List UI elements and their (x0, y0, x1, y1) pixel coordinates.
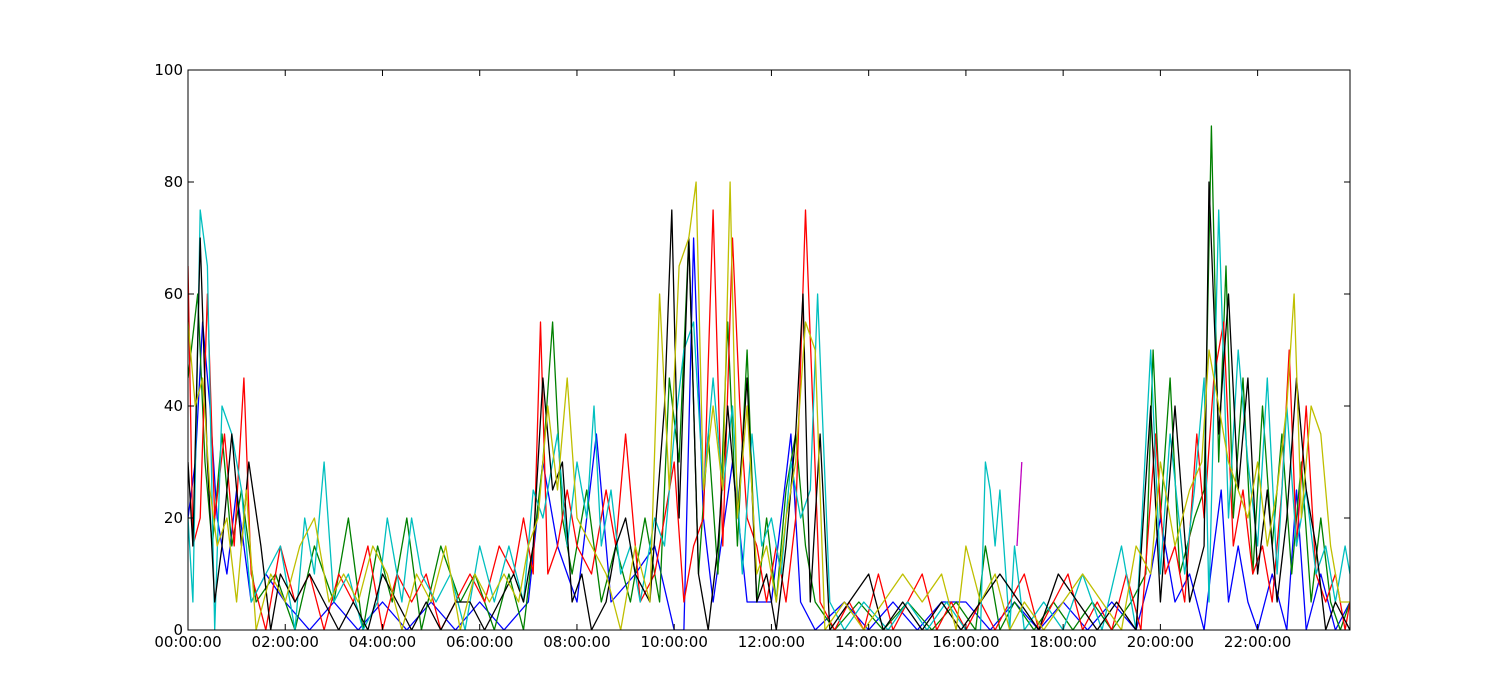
x-tick-label: 10:00:00 (641, 633, 708, 651)
y-tick-label: 0 (173, 621, 183, 639)
x-tick-label: 00:00:00 (154, 633, 221, 651)
series-line-5 (188, 181, 1350, 630)
series-line-1 (188, 125, 1350, 630)
y-tick-label: 40 (164, 397, 183, 415)
plot-frame (187, 69, 1351, 631)
x-tick-label: 20:00:00 (1127, 633, 1194, 651)
x-tick-label: 08:00:00 (543, 633, 610, 651)
axis-layer: 00:00:00 02:00:00 04:00:00 06:00:00 08:00:00… (154, 61, 1350, 651)
x-tick-label: 14:00:00 (835, 633, 902, 651)
x-tick-label: 16:00:00 (932, 633, 999, 651)
series-line-0 (188, 237, 1350, 630)
x-tick-label: 12:00:00 (738, 633, 805, 651)
y-tick-label: 80 (164, 173, 183, 191)
x-tick-label: 18:00:00 (1029, 633, 1096, 651)
series-layer (188, 125, 1350, 630)
y-tick-label: 60 (164, 285, 183, 303)
y-tick-label: 20 (164, 509, 183, 527)
series-line-6 (1016, 461, 1023, 547)
x-tick-label: 06:00:00 (446, 633, 513, 651)
x-tick-label: 04:00:00 (349, 633, 416, 651)
y-tick-label: 100 (154, 61, 183, 79)
x-tick-label: 02:00:00 (252, 633, 319, 651)
x-tick-label: 22:00:00 (1224, 633, 1291, 651)
line-chart: 00:00:00 02:00:00 04:00:00 06:00:00 08:00:00… (154, 61, 1351, 651)
